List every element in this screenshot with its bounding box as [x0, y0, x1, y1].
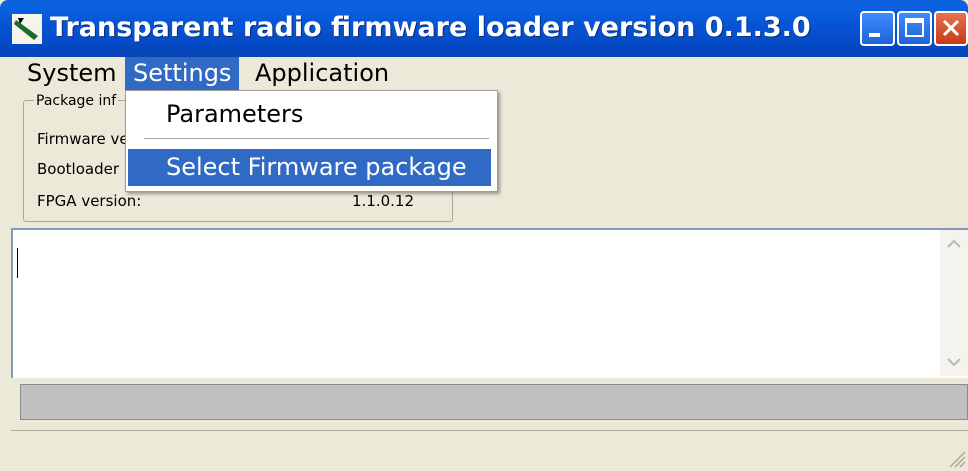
scroll-up-arrow-icon	[947, 239, 961, 248]
status-bar	[11, 430, 968, 471]
app-logo-icon	[12, 14, 42, 44]
close-button[interactable]	[934, 11, 968, 46]
fpga-version-value: 1.1.0.12	[352, 192, 415, 210]
close-icon	[942, 19, 960, 37]
minimize-icon	[869, 33, 880, 37]
firmware-version-label: Firmware ve	[37, 130, 129, 148]
maximize-icon	[905, 18, 924, 37]
window-title: Transparent radio firmware loader versio…	[50, 12, 811, 43]
progress-bar	[20, 384, 968, 420]
resize-grip-icon[interactable]	[944, 446, 966, 468]
scroll-down-arrow-icon	[947, 358, 961, 367]
title-bar[interactable]: Transparent radio firmware loader versio…	[0, 0, 968, 57]
text-caret	[17, 248, 18, 278]
log-textarea[interactable]	[11, 228, 968, 378]
menu-item-parameters[interactable]: Parameters	[128, 96, 491, 133]
app-window: Transparent radio firmware loader versio…	[0, 0, 968, 470]
menu-system[interactable]: System	[19, 57, 125, 90]
menu-item-select-firmware-package[interactable]: Select Firmware package	[128, 149, 491, 186]
minimize-button[interactable]	[860, 11, 895, 46]
scroll-down-button[interactable]	[942, 350, 966, 374]
fpga-version-label: FPGA version:	[37, 192, 142, 210]
scroll-up-button[interactable]	[942, 232, 966, 256]
menu-separator	[144, 138, 489, 139]
package-info-legend: Package inf	[34, 93, 119, 109]
menu-bar: System Settings Application	[0, 57, 968, 90]
bootloader-version-label: Bootloader	[37, 160, 119, 178]
settings-dropdown-menu: Parameters Select Firmware package	[125, 90, 498, 192]
maximize-button[interactable]	[897, 11, 932, 46]
menu-application[interactable]: Application	[247, 57, 397, 90]
menu-settings[interactable]: Settings	[125, 57, 240, 90]
